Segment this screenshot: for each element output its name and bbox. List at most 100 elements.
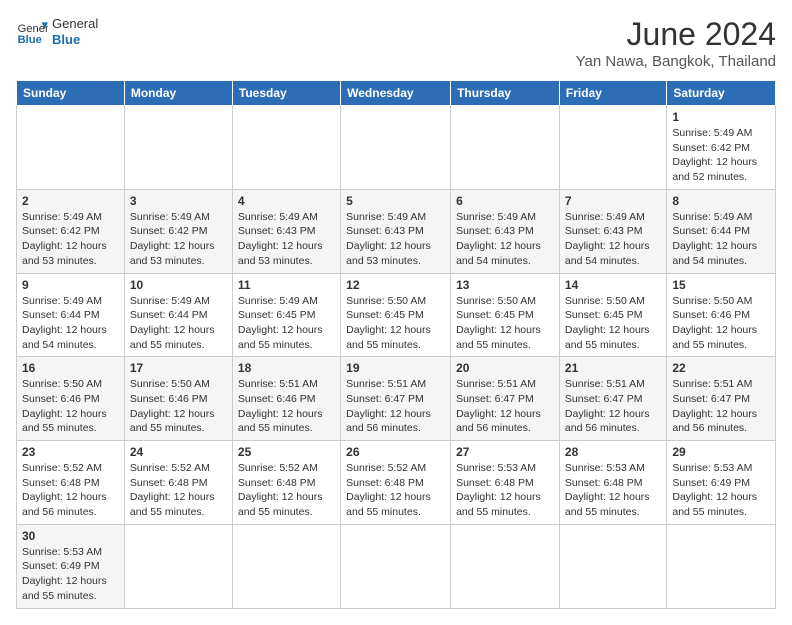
calendar-week-1: 1Sunrise: 5:49 AMSunset: 6:42 PMDaylight… [17, 106, 776, 190]
day-number: 28 [565, 445, 661, 459]
weekday-header-friday: Friday [559, 81, 666, 106]
calendar-cell: 19 Sunrise: 5:51 AMSunset: 6:47 PMDayligh… [341, 357, 451, 441]
calendar-week-4: 16 Sunrise: 5:50 AMSunset: 6:46 PMDayligh… [17, 357, 776, 441]
day-number: 20 [456, 361, 554, 375]
calendar-cell [232, 106, 340, 190]
day-info: Sunrise: 5:51 AMSunset: 6:47 PMDaylight:… [565, 377, 661, 436]
calendar-cell: 5Sunrise: 5:49 AMSunset: 6:43 PMDaylight… [341, 189, 451, 273]
calendar-cell: 18 Sunrise: 5:51 AMSunset: 6:46 PMDayligh… [232, 357, 340, 441]
calendar-cell: 29Sunrise: 5:53 AMSunset: 6:49 PMDayligh… [667, 441, 776, 525]
calendar-cell [341, 106, 451, 190]
calendar-cell: 16Sunrise: 5:50 AMSunset: 6:46 PMDayligh… [17, 357, 125, 441]
calendar-cell [451, 106, 560, 190]
day-info: Sunrise: 5:51 AMSunset: 6:47 PMDaylight:… [672, 377, 770, 436]
day-number: 1 [672, 110, 770, 124]
calendar-cell: 26 Sunrise: 5:52 AMSunset: 6:48 PMDayligh… [341, 441, 451, 525]
day-number: 26 [346, 445, 445, 459]
logo-icon: General Blue [16, 16, 48, 48]
day-number: 23 [22, 445, 119, 459]
day-number: 7 [565, 194, 661, 208]
calendar-cell [232, 524, 340, 608]
calendar-cell: 2Sunrise: 5:49 AMSunset: 6:42 PMDaylight… [17, 189, 125, 273]
title-block: June 2024 Yan Nawa, Bangkok, Thailand [576, 16, 776, 70]
calendar-cell: 4Sunrise: 5:49 AMSunset: 6:43 PMDaylight… [232, 189, 340, 273]
day-number: 14 [565, 278, 661, 292]
calendar-cell [667, 524, 776, 608]
day-info: Sunrise: 5:49 AMSunset: 6:45 PMDaylight:… [238, 294, 335, 353]
day-info: Sunrise: 5:52 AMSunset: 6:48 PMDaylight:… [130, 461, 227, 520]
calendar-cell [124, 524, 232, 608]
weekday-header-monday: Monday [124, 81, 232, 106]
logo-general-text: General [52, 16, 98, 32]
calendar-week-6: 30 Sunrise: 5:53 AMSunset: 6:49 PMDayligh… [17, 524, 776, 608]
day-info: Sunrise: 5:49 AMSunset: 6:42 PMDaylight:… [130, 210, 227, 269]
day-number: 10 [130, 278, 227, 292]
day-number: 22 [672, 361, 770, 375]
weekday-header-saturday: Saturday [667, 81, 776, 106]
calendar-table: SundayMondayTuesdayWednesdayThursdayFrid… [16, 80, 776, 609]
calendar-cell: 3Sunrise: 5:49 AMSunset: 6:42 PMDaylight… [124, 189, 232, 273]
calendar-cell [451, 524, 560, 608]
day-info: Sunrise: 5:50 AMSunset: 6:45 PMDaylight:… [456, 294, 554, 353]
day-info: Sunrise: 5:50 AMSunset: 6:46 PMDaylight:… [130, 377, 227, 436]
calendar-cell [559, 106, 666, 190]
logo-blue-text: Blue [52, 32, 98, 48]
calendar-cell [124, 106, 232, 190]
calendar-cell: 17 Sunrise: 5:50 AMSunset: 6:46 PMDayligh… [124, 357, 232, 441]
calendar-cell [17, 106, 125, 190]
calendar-cell: 15 Sunrise: 5:50 AMSunset: 6:46 PMDayligh… [667, 273, 776, 357]
calendar-cell: 12Sunrise: 5:50 AMSunset: 6:45 PMDayligh… [341, 273, 451, 357]
day-number: 13 [456, 278, 554, 292]
day-number: 15 [672, 278, 770, 292]
weekday-header-wednesday: Wednesday [341, 81, 451, 106]
location-title: Yan Nawa, Bangkok, Thailand [576, 53, 776, 70]
calendar-cell [559, 524, 666, 608]
day-info: Sunrise: 5:51 AMSunset: 6:47 PMDaylight:… [346, 377, 445, 436]
day-info: Sunrise: 5:49 AMSunset: 6:44 PMDaylight:… [672, 210, 770, 269]
day-number: 4 [238, 194, 335, 208]
calendar-week-3: 9 Sunrise: 5:49 AMSunset: 6:44 PMDaylight… [17, 273, 776, 357]
calendar-cell: 8 Sunrise: 5:49 AMSunset: 6:44 PMDaylight… [667, 189, 776, 273]
day-number: 25 [238, 445, 335, 459]
calendar-cell: 30 Sunrise: 5:53 AMSunset: 6:49 PMDayligh… [17, 524, 125, 608]
day-info: Sunrise: 5:52 AMSunset: 6:48 PMDaylight:… [346, 461, 445, 520]
page-header: General Blue General Blue June 2024 Yan … [16, 16, 776, 70]
calendar-cell: 9Sunrise: 5:49 AMSunset: 6:44 PMDaylight… [17, 273, 125, 357]
day-number: 27 [456, 445, 554, 459]
calendar-cell: 24Sunrise: 5:52 AMSunset: 6:48 PMDayligh… [124, 441, 232, 525]
weekday-header-sunday: Sunday [17, 81, 125, 106]
day-number: 21 [565, 361, 661, 375]
day-number: 17 [130, 361, 227, 375]
day-info: Sunrise: 5:53 AMSunset: 6:48 PMDaylight:… [456, 461, 554, 520]
day-number: 16 [22, 361, 119, 375]
day-number: 11 [238, 278, 335, 292]
calendar-week-5: 23 Sunrise: 5:52 AMSunset: 6:48 PMDayligh… [17, 441, 776, 525]
calendar-cell: 13 Sunrise: 5:50 AMSunset: 6:45 PMDayligh… [451, 273, 560, 357]
day-info: Sunrise: 5:51 AMSunset: 6:46 PMDaylight:… [238, 377, 335, 436]
day-number: 18 [238, 361, 335, 375]
calendar-cell: 27 Sunrise: 5:53 AMSunset: 6:48 PMDayligh… [451, 441, 560, 525]
day-info: Sunrise: 5:53 AMSunset: 6:49 PMDaylight:… [672, 461, 770, 520]
day-number: 19 [346, 361, 445, 375]
calendar-week-2: 2 Sunrise: 5:49 AMSunset: 6:42 PMDaylight… [17, 189, 776, 273]
month-title: June 2024 [576, 16, 776, 53]
day-number: 2 [22, 194, 119, 208]
day-info: Sunrise: 5:52 AMSunset: 6:48 PMDaylight:… [22, 461, 119, 520]
weekday-header-thursday: Thursday [451, 81, 560, 106]
day-info: Sunrise: 5:53 AMSunset: 6:49 PMDaylight:… [22, 545, 119, 604]
day-number: 6 [456, 194, 554, 208]
day-info: Sunrise: 5:49 AMSunset: 6:44 PMDaylight:… [130, 294, 227, 353]
day-number: 9 [22, 278, 119, 292]
day-info: Sunrise: 5:53 AMSunset: 6:48 PMDaylight:… [565, 461, 661, 520]
calendar-cell: 20Sunrise: 5:51 AMSunset: 6:47 PMDayligh… [451, 357, 560, 441]
weekday-header-tuesday: Tuesday [232, 81, 340, 106]
day-number: 30 [22, 529, 119, 543]
day-info: Sunrise: 5:50 AMSunset: 6:45 PMDaylight:… [565, 294, 661, 353]
weekday-header-row: SundayMondayTuesdayWednesdayThursdayFrid… [17, 81, 776, 106]
day-info: Sunrise: 5:49 AMSunset: 6:43 PMDaylight:… [456, 210, 554, 269]
logo: General Blue General Blue [16, 16, 98, 48]
day-info: Sunrise: 5:50 AMSunset: 6:46 PMDaylight:… [672, 294, 770, 353]
day-number: 8 [672, 194, 770, 208]
calendar-cell: 28 Sunrise: 5:53 AMSunset: 6:48 PMDayligh… [559, 441, 666, 525]
svg-text:Blue: Blue [18, 34, 42, 46]
